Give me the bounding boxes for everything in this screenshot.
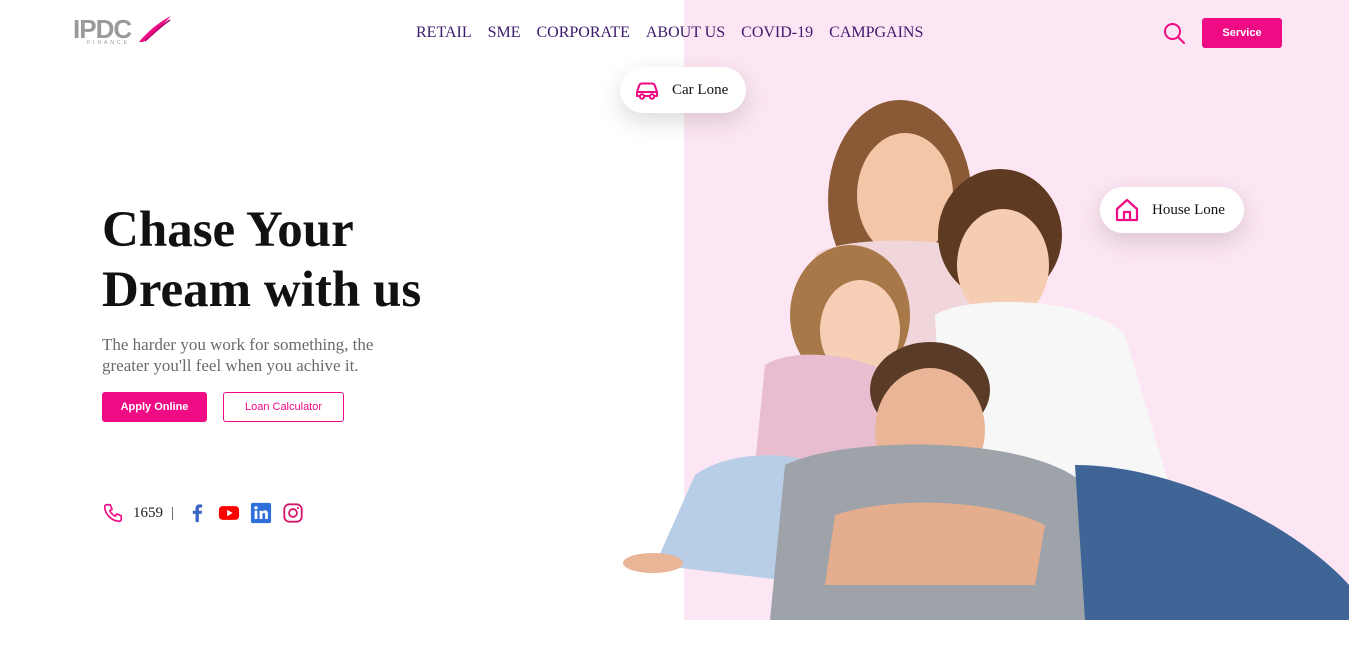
nav-about-us[interactable]: ABOUT US xyxy=(646,23,725,43)
hero-title-line1: Chase Your xyxy=(102,202,354,258)
car-loan-bubble[interactable]: Car Lone xyxy=(620,67,746,113)
house-loan-bubble[interactable]: House Lone xyxy=(1100,187,1244,233)
logo-subtext: FINANCE xyxy=(87,40,130,46)
nav-sme[interactable]: SME xyxy=(488,23,521,43)
linkedin-icon[interactable] xyxy=(250,502,272,524)
main-nav: RETAIL SME CORPORATE ABOUT US COVID-19 C… xyxy=(416,23,939,43)
phone-icon[interactable] xyxy=(102,502,124,524)
house-icon xyxy=(1115,198,1139,222)
hero-subtitle: The harder you work for something, the g… xyxy=(102,335,374,375)
phone-number[interactable]: 1659 xyxy=(133,505,163,522)
loan-calculator-button[interactable]: Loan Calculator xyxy=(223,392,344,422)
youtube-icon[interactable] xyxy=(218,502,240,524)
logo[interactable]: IPDC FINANCE xyxy=(73,14,183,48)
search-icon[interactable] xyxy=(1162,21,1186,45)
family-photo xyxy=(623,100,1349,620)
instagram-icon[interactable] xyxy=(282,502,304,524)
nav-retail[interactable]: RETAIL xyxy=(416,23,472,43)
contact-bar: 1659 | xyxy=(102,500,314,526)
car-icon xyxy=(636,82,658,100)
house-loan-label: House Lone xyxy=(1152,201,1225,218)
apply-online-button[interactable]: Apply Online xyxy=(102,392,207,422)
logo-swoosh-icon xyxy=(139,16,171,42)
hero-title-line2: Dream with us xyxy=(102,262,422,318)
hero-title: Chase Your Dream with us xyxy=(102,200,502,320)
nav-corporate[interactable]: CORPORATE xyxy=(537,23,630,43)
car-loan-label: Car Lone xyxy=(672,81,729,98)
service-button[interactable]: Service xyxy=(1202,18,1282,48)
facebook-icon[interactable] xyxy=(186,502,208,524)
nav-campaigns[interactable]: CAMPGAINS xyxy=(829,23,923,43)
contact-separator: | xyxy=(171,504,175,521)
nav-covid-19[interactable]: COVID-19 xyxy=(741,23,813,43)
